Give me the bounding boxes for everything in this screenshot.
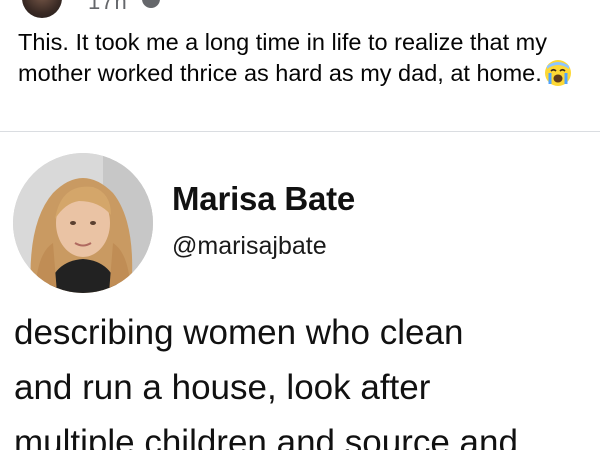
tweet-body-line: describing women who clean (14, 313, 464, 352)
tweet-body-line: multiple children and source and (14, 423, 518, 450)
tweet-author-name[interactable]: Marisa Bate (172, 180, 355, 218)
post-text-content: This. It took me a long time in life to … (18, 29, 547, 86)
post-text: This. It took me a long time in life to … (18, 27, 588, 89)
divider (0, 131, 600, 132)
globe-icon (142, 0, 160, 8)
post-header: 17h (0, 0, 600, 18)
post-timestamp[interactable]: 17h (88, 0, 128, 15)
author-avatar[interactable] (22, 0, 62, 18)
profile-photo (13, 153, 153, 293)
tweet-body-line: and run a house, look after (14, 368, 431, 407)
tweet-body: describing women who clean and run a hou… (14, 305, 600, 450)
tweet-avatar[interactable] (13, 153, 153, 293)
loudly-crying-face-icon (544, 60, 571, 86)
tweet-author-handle[interactable]: @marisajbate (172, 232, 327, 261)
